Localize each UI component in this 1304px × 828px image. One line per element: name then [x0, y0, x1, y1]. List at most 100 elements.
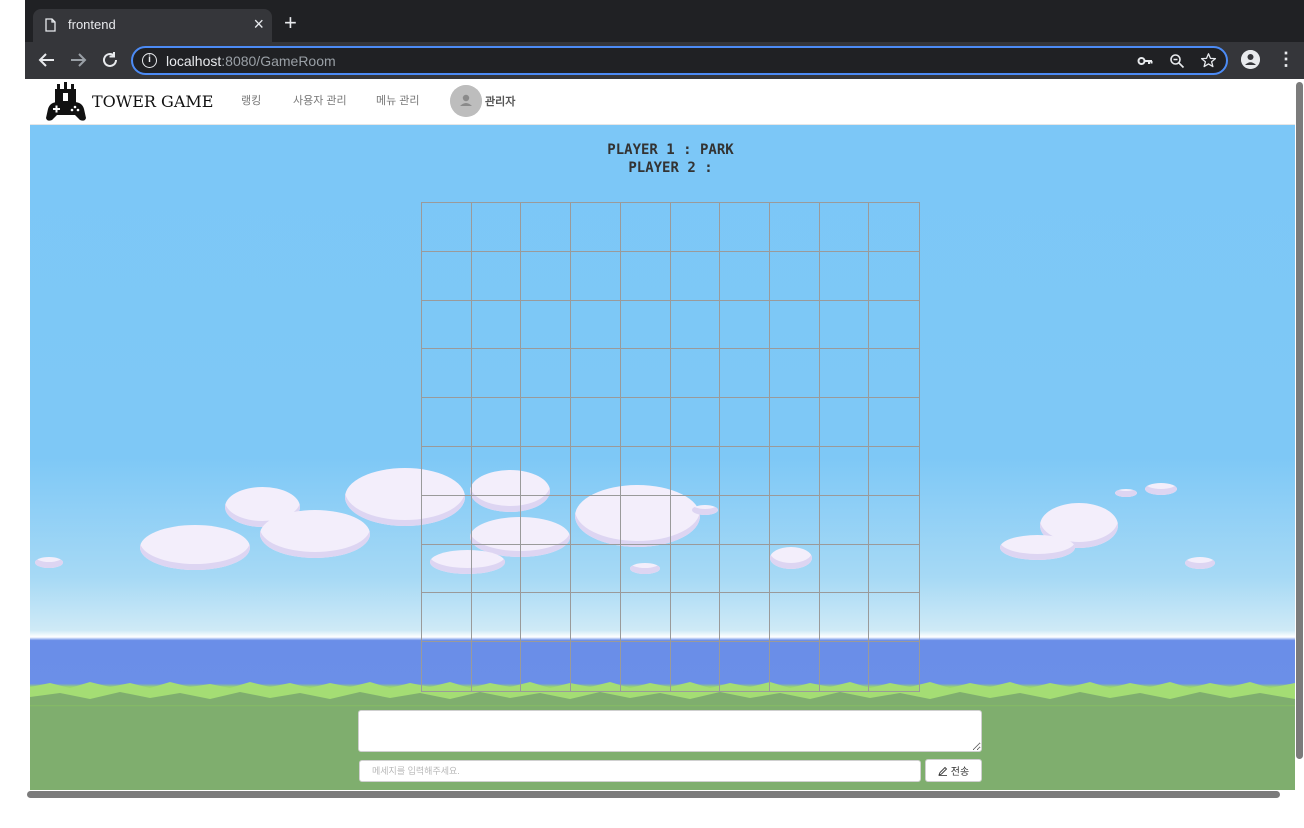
board-cell[interactable]: [571, 495, 621, 545]
board-cell[interactable]: [869, 252, 919, 301]
board-cell[interactable]: [422, 544, 472, 594]
board-cell[interactable]: [422, 642, 472, 691]
board-cell[interactable]: [471, 495, 522, 545]
board-cell[interactable]: [720, 642, 770, 691]
board-cell[interactable]: [819, 300, 870, 350]
board-cell[interactable]: [422, 203, 472, 252]
board-cell[interactable]: [720, 251, 770, 301]
avatar[interactable]: [450, 85, 482, 117]
vertical-scrollbar[interactable]: [1296, 82, 1303, 759]
board-cell[interactable]: [670, 446, 721, 496]
board-cell[interactable]: [621, 642, 671, 691]
board-cell[interactable]: [769, 593, 820, 643]
board-cell[interactable]: [471, 349, 522, 399]
board-cell[interactable]: [770, 642, 820, 691]
board-cell[interactable]: [422, 251, 472, 301]
board-cell[interactable]: [620, 349, 671, 399]
board-cell[interactable]: [422, 495, 472, 545]
board-cell[interactable]: [471, 300, 522, 350]
board-cell[interactable]: [769, 251, 820, 301]
board-cell[interactable]: [571, 446, 621, 496]
board-cell[interactable]: [869, 545, 919, 594]
board-cell[interactable]: [720, 203, 770, 252]
board-cell[interactable]: [471, 544, 522, 594]
nav-item-ranking[interactable]: 랭킹: [241, 92, 261, 108]
profile-icon[interactable]: [1241, 50, 1260, 69]
board-cell[interactable]: [720, 593, 770, 643]
board-cell[interactable]: [720, 495, 770, 545]
board-cell[interactable]: [422, 398, 472, 447]
board-cell[interactable]: [670, 398, 721, 447]
board-cell[interactable]: [819, 398, 870, 447]
message-input[interactable]: [359, 760, 921, 782]
board-cell[interactable]: [471, 203, 522, 252]
horizontal-scrollbar[interactable]: [27, 791, 1280, 798]
star-icon[interactable]: [1200, 52, 1217, 69]
board-cell[interactable]: [620, 203, 671, 252]
brand-title[interactable]: TOWER GAME: [92, 92, 213, 111]
more-vert-icon[interactable]: ⋮: [1277, 49, 1295, 69]
board-cell[interactable]: [620, 398, 671, 447]
forward-arrow-icon[interactable]: [67, 49, 89, 71]
board-cell[interactable]: [620, 251, 671, 301]
nav-item-menu-management[interactable]: 메뉴 관리: [376, 92, 420, 108]
board-cell[interactable]: [869, 301, 919, 350]
board-cell[interactable]: [521, 398, 572, 447]
game-board[interactable]: [421, 202, 920, 692]
nav-item-user-management[interactable]: 사용자 관리: [293, 92, 347, 108]
board-cell[interactable]: [769, 544, 820, 594]
board-cell[interactable]: [571, 300, 621, 350]
board-cell[interactable]: [521, 203, 572, 252]
board-cell[interactable]: [571, 642, 621, 691]
board-cell[interactable]: [670, 349, 721, 399]
board-cell[interactable]: [869, 496, 919, 545]
board-cell[interactable]: [769, 495, 820, 545]
board-cell[interactable]: [422, 349, 472, 399]
url-text[interactable]: localhost:8080/GameRoom: [166, 53, 336, 69]
board-cell[interactable]: [422, 446, 472, 496]
close-icon[interactable]: ×: [253, 14, 264, 34]
board-cell[interactable]: [571, 544, 621, 594]
board-cell[interactable]: [620, 544, 671, 594]
board-cell[interactable]: [471, 251, 522, 301]
key-icon[interactable]: [1137, 53, 1153, 69]
board-cell[interactable]: [521, 251, 572, 301]
address-bar[interactable]: i localhost:8080/GameRoom: [131, 46, 1228, 75]
board-cell[interactable]: [471, 593, 522, 643]
board-cell[interactable]: [571, 398, 621, 447]
zoom-icon[interactable]: [1169, 53, 1185, 69]
board-cell[interactable]: [422, 300, 472, 350]
board-cell[interactable]: [769, 398, 820, 447]
board-cell[interactable]: [720, 398, 770, 447]
board-cell[interactable]: [819, 495, 870, 545]
board-cell[interactable]: [571, 593, 621, 643]
board-cell[interactable]: [769, 349, 820, 399]
board-cell[interactable]: [620, 495, 671, 545]
board-cell[interactable]: [869, 349, 919, 399]
reload-icon[interactable]: [99, 49, 121, 71]
board-cell[interactable]: [620, 446, 671, 496]
board-cell[interactable]: [521, 642, 572, 691]
board-cell[interactable]: [769, 446, 820, 496]
board-cell[interactable]: [571, 349, 621, 399]
board-cell[interactable]: [819, 446, 870, 496]
board-cell[interactable]: [720, 544, 770, 594]
board-cell[interactable]: [422, 593, 472, 643]
board-cell[interactable]: [720, 349, 770, 399]
board-cell[interactable]: [820, 642, 870, 691]
board-cell[interactable]: [769, 300, 820, 350]
board-cell[interactable]: [869, 642, 919, 691]
board-cell[interactable]: [571, 251, 621, 301]
board-cell[interactable]: [769, 203, 820, 252]
board-cell[interactable]: [471, 446, 522, 496]
board-cell[interactable]: [571, 203, 621, 252]
board-cell[interactable]: [670, 251, 721, 301]
board-cell[interactable]: [670, 495, 721, 545]
board-cell[interactable]: [521, 349, 572, 399]
board-cell[interactable]: [620, 300, 671, 350]
board-cell[interactable]: [720, 300, 770, 350]
board-cell[interactable]: [869, 447, 919, 496]
board-cell[interactable]: [720, 446, 770, 496]
tower-gamepad-logo[interactable]: [44, 81, 88, 123]
send-button[interactable]: 전송: [925, 759, 982, 782]
